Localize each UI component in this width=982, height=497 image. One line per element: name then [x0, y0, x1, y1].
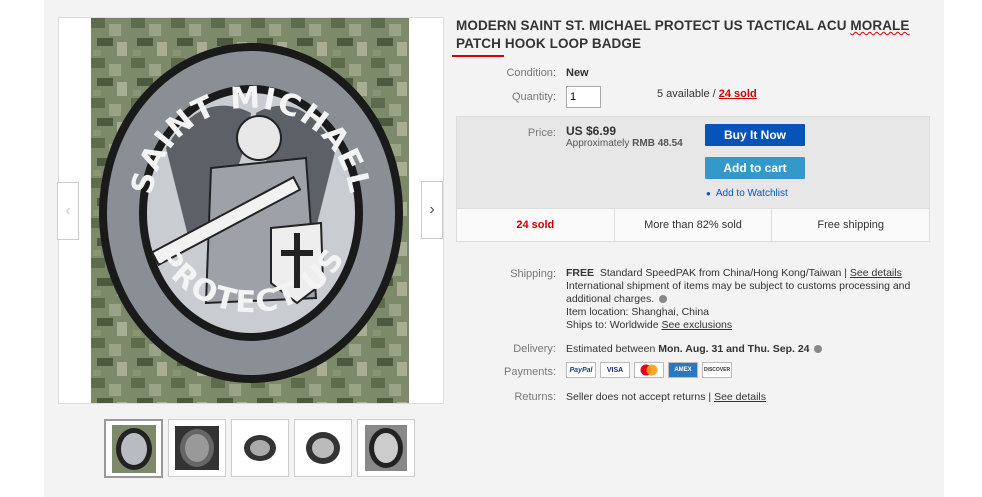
info-icon[interactable] [814, 345, 823, 354]
info-icon[interactable] [659, 295, 668, 304]
shipping-note: International shipment of items may be s… [566, 280, 911, 305]
shipping-label: Shipping: [510, 268, 556, 280]
visa-icon: VISA [600, 362, 630, 378]
patch-thumbnail-icon [306, 432, 340, 464]
returns-info: Seller does not accept returns | See det… [566, 391, 767, 403]
sold-link[interactable]: 24 sold [719, 88, 757, 100]
thumbnail[interactable] [294, 419, 352, 477]
thumbnail[interactable] [357, 419, 415, 477]
chevron-left-icon: ‹ [65, 202, 71, 219]
thumbnail-strip [104, 419, 415, 478]
add-to-watchlist-link[interactable]: ● Add to Watchlist [706, 188, 788, 199]
returns-see-details-link[interactable]: See details [714, 391, 766, 403]
condition-label: Condition: [506, 67, 556, 79]
thumbnail[interactable] [231, 419, 289, 477]
next-image-button[interactable]: › [421, 181, 443, 239]
price-value: US $6.99 [566, 124, 617, 138]
patch-thumbnail-icon [244, 435, 276, 461]
available-text: 5 available / [657, 88, 719, 100]
stat-percent-sold: More than 82% sold [615, 209, 773, 241]
prev-image-button[interactable]: ‹ [57, 182, 79, 240]
main-image-container: SAINT MICHAEL PROTECT US [58, 17, 444, 404]
item-location: Item location: Shanghai, China [566, 306, 710, 318]
mastercard-logo [640, 364, 658, 376]
patch-thumbnail-icon [365, 425, 407, 471]
spellcheck-underline [452, 55, 504, 57]
condition-value: New [566, 67, 589, 79]
quantity-label: Quantity: [511, 91, 556, 103]
quantity-input[interactable] [566, 86, 601, 108]
add-to-cart-button[interactable]: Add to cart [705, 157, 805, 179]
discover-icon: DISCOVER [702, 362, 732, 378]
patch-photo-graphic: SAINT MICHAEL PROTECT US [91, 18, 409, 403]
shipping-info: FREE Standard SpeedPAK from China/Hong K… [566, 267, 911, 331]
chevron-right-icon: › [429, 201, 435, 218]
paypal-icon: PayPal [566, 362, 596, 378]
stat-free-shipping: Free shipping [817, 219, 884, 231]
delivery-label: Delivery: [513, 343, 556, 355]
sales-stats-bar: 24 sold More than 82% sold Free shipping [456, 208, 930, 242]
eye-icon: ● [706, 189, 711, 198]
mastercard-icon [634, 362, 664, 378]
price-approx: Approximately RMB 48.54 [566, 138, 683, 149]
product-image[interactable]: SAINT MICHAEL PROTECT US [91, 18, 409, 403]
listing-title: MODERN SAINT ST. MICHAEL PROTECT US TACT… [456, 18, 910, 51]
shipping-see-details-link[interactable]: See details [850, 267, 902, 279]
buy-now-button[interactable]: Buy It Now [705, 124, 805, 146]
thumbnail[interactable] [168, 419, 226, 477]
price-label: Price: [527, 127, 556, 139]
amex-icon: AMEX [668, 362, 698, 378]
delivery-estimate: Estimated between Mon. Aug. 31 and Thu. … [566, 343, 823, 355]
thumbnail[interactable] [104, 419, 163, 478]
patch-thumbnail-icon [175, 426, 219, 470]
returns-label: Returns: [514, 391, 556, 403]
stat-sold: 24 sold [457, 209, 615, 241]
payment-methods: PayPal VISA AMEX DISCOVER [566, 362, 732, 378]
patch-thumbnail-icon [111, 424, 156, 473]
availability: 5 available / 24 sold [657, 88, 757, 100]
see-exclusions-link[interactable]: See exclusions [662, 319, 733, 331]
payments-label: Payments: [504, 366, 556, 378]
